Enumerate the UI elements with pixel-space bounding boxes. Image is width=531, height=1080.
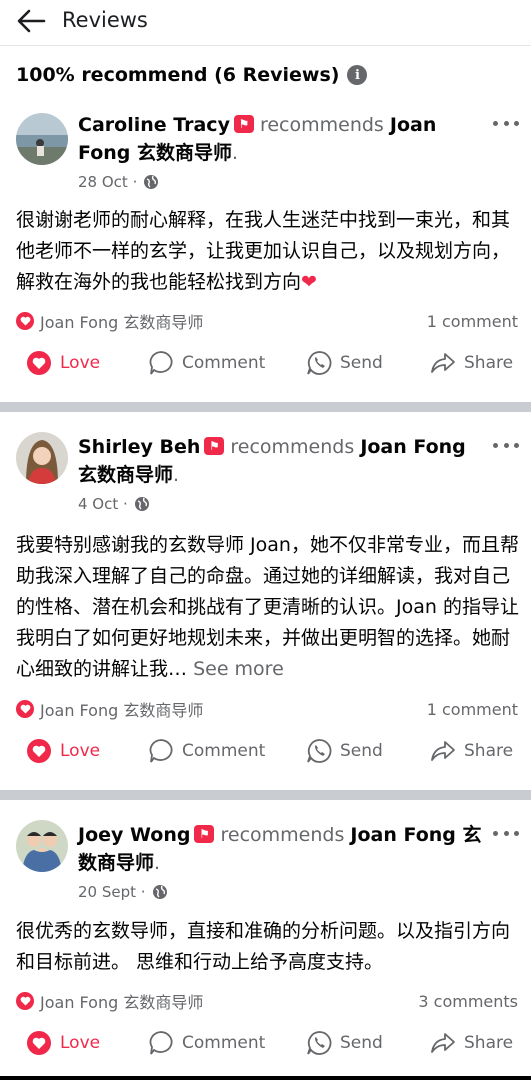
see-more-link[interactable]: See more: [193, 658, 284, 680]
heart-emoji-icon: ❤: [301, 271, 317, 293]
share-button[interactable]: Share: [430, 1030, 513, 1056]
review-text: 我要特别感谢我的玄数导师 Joan，她不仅非常专业，而且帮助我深入理解了自己的命…: [16, 534, 519, 680]
reaction-stats: Joan Fong 玄数商导师 3 comments: [16, 989, 518, 1013]
love-reaction-icon: [16, 312, 34, 330]
whatsapp-send-icon: [307, 1031, 332, 1055]
reaction-by: Joan Fong 玄数商导师: [40, 313, 204, 332]
love-icon: [27, 739, 51, 763]
share-button[interactable]: Share: [430, 350, 513, 376]
reaction-stats: Joan Fong 玄数商导师 1 comment: [16, 697, 518, 721]
share-button[interactable]: Share: [430, 738, 513, 764]
more-options-icon[interactable]: [493, 826, 519, 840]
more-options-icon[interactable]: [493, 116, 519, 130]
review-date[interactable]: 20 Sept: [78, 883, 136, 901]
share-icon: [431, 353, 455, 373]
globe-icon: [144, 175, 159, 189]
whatsapp-send-icon: [307, 351, 332, 375]
recommend-flag-icon: ⚑: [233, 115, 254, 133]
comment-button[interactable]: Comment: [148, 738, 265, 764]
globe-icon: [152, 885, 167, 899]
send-button[interactable]: Send: [306, 1030, 383, 1056]
avatar[interactable]: [16, 820, 68, 872]
reaction-by: Joan Fong 玄数商导师: [40, 993, 204, 1012]
love-button[interactable]: Love: [26, 738, 100, 764]
love-icon: [27, 1031, 51, 1055]
recommend-summary: 100% recommend (6 Reviews) i: [16, 64, 368, 86]
love-button[interactable]: Love: [26, 1030, 100, 1056]
reviewer-name[interactable]: Caroline Tracy: [78, 114, 230, 136]
comment-count[interactable]: 3 comments: [418, 992, 518, 1011]
reaction-stats: Joan Fong 玄数商导师 1 comment: [16, 309, 518, 333]
review-meta: 20 Sept ·: [78, 883, 168, 901]
globe-icon: [134, 497, 149, 511]
info-icon[interactable]: i: [347, 65, 368, 85]
action-bar: Love Comment Send Share: [0, 738, 531, 778]
comment-count[interactable]: 1 comment: [427, 312, 518, 331]
page-title: Reviews: [62, 8, 148, 32]
reaction-summary[interactable]: Joan Fong 玄数商导师: [16, 697, 203, 721]
recommends-label: recommends: [220, 824, 345, 846]
comment-icon: [149, 739, 173, 763]
recommend-flag-icon: ⚑: [194, 825, 215, 843]
avatar[interactable]: [16, 113, 68, 165]
reaction-summary[interactable]: Joan Fong 玄数商导师: [16, 989, 203, 1013]
summary-text: 100% recommend (6 Reviews): [16, 64, 340, 86]
love-button[interactable]: Love: [26, 350, 100, 376]
send-button[interactable]: Send: [306, 738, 383, 764]
reviewer-name[interactable]: Joey Wong: [78, 824, 190, 846]
review-headline: Joey Wong ⚑ recommends Joan Fong 玄数商导师.: [78, 824, 482, 874]
share-icon: [431, 741, 455, 761]
love-icon: [27, 351, 51, 375]
review-text: 很优秀的玄数导师，直接和准确的分析问题。以及指引方向和目标前进。 思维和行动上给…: [16, 920, 511, 973]
bottom-edge: [0, 1076, 531, 1080]
comment-icon: [149, 1031, 173, 1055]
comment-button[interactable]: Comment: [148, 1030, 265, 1056]
action-bar: Love Comment Send Share: [0, 1030, 531, 1070]
love-reaction-icon: [16, 700, 34, 718]
reviewer-name[interactable]: Shirley Beh: [78, 436, 200, 458]
separator: [0, 790, 531, 800]
love-reaction-icon: [16, 992, 34, 1010]
review-date[interactable]: 28 Oct: [78, 173, 128, 191]
top-bar: Reviews: [0, 0, 531, 46]
reaction-summary[interactable]: Joan Fong 玄数商导师: [16, 309, 203, 333]
reaction-by: Joan Fong 玄数商导师: [40, 701, 204, 720]
share-icon: [431, 1033, 455, 1053]
whatsapp-send-icon: [307, 739, 332, 763]
comment-icon: [149, 351, 173, 375]
avatar[interactable]: [16, 432, 68, 484]
review-headline: Shirley Beh ⚑ recommends Joan Fong 玄数商导师.: [78, 436, 466, 486]
action-bar: Love Comment Send Share: [0, 350, 531, 390]
comment-count[interactable]: 1 comment: [427, 700, 518, 719]
recommends-label: recommends: [230, 436, 355, 458]
review-headline: Caroline Tracy ⚑ recommends Joan Fong 玄数商导…: [78, 114, 437, 164]
separator: [0, 402, 531, 412]
recommend-flag-icon: ⚑: [204, 437, 225, 455]
review-date[interactable]: 4 Oct: [78, 495, 118, 513]
recommends-label: recommends: [259, 114, 384, 136]
review-meta: 28 Oct ·: [78, 173, 159, 191]
review-text: 很谢谢老师的耐心解释，在我人生迷茫中找到一束光，和其他老师不一样的玄学，让我更加…: [16, 209, 511, 293]
more-options-icon[interactable]: [493, 438, 519, 452]
back-arrow-icon[interactable]: [16, 8, 46, 34]
comment-button[interactable]: Comment: [148, 350, 265, 376]
review-meta: 4 Oct ·: [78, 495, 150, 513]
send-button[interactable]: Send: [306, 350, 383, 376]
